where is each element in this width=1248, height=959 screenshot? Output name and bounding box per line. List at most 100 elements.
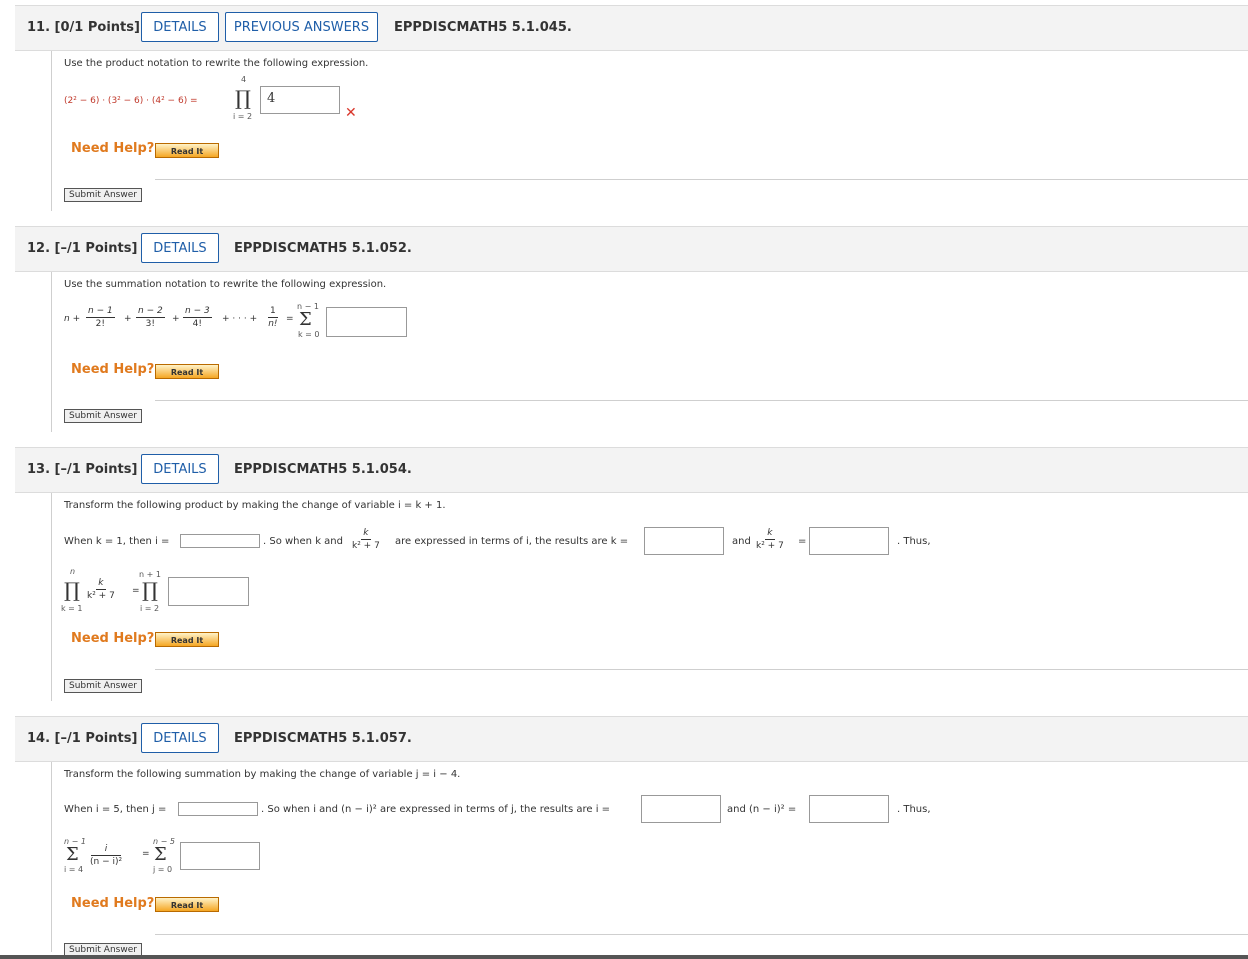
product2-lower-limit: i = 2: [140, 604, 160, 613]
read-it-button[interactable]: Read It: [155, 364, 219, 379]
when-text: When i = 5, then j =: [64, 804, 167, 815]
question-12-header: 12. [–/1 Points] DETAILS EPPDISCMATH5 5.…: [15, 226, 1248, 272]
sum-answer-input[interactable]: [180, 842, 260, 870]
equals-sign: =: [286, 314, 294, 324]
answer-input[interactable]: [326, 307, 407, 337]
ellipsis: + · · · +: [222, 314, 258, 324]
question-number: 13. [–/1 Points]: [27, 462, 138, 477]
fraction-4: 1 n!: [268, 306, 278, 330]
question-id: EPPDISCMATH5 5.1.054.: [234, 462, 412, 477]
question-12-body: Use the summation notation to rewrite th…: [51, 272, 1248, 432]
fraction-denominator: (n − i)²: [90, 857, 123, 867]
product-upper-limit: n: [70, 567, 76, 576]
product-lower-limit: k = 1: [61, 604, 83, 613]
fraction-denominator: 3!: [145, 319, 156, 329]
question-14-header: 14. [–/1 Points] DETAILS EPPDISCMATH5 5.…: [15, 716, 1248, 762]
need-help-label: Need Help?: [71, 631, 155, 646]
read-it-button[interactable]: Read It: [155, 897, 219, 912]
fraction-3: n − 3 4!: [183, 306, 212, 330]
need-help-label: Need Help?: [71, 362, 155, 377]
instruction-text: Use the product notation to rewrite the …: [64, 58, 369, 69]
equals-sign: =: [798, 536, 807, 547]
fraction-k-over-k2-plus-7: k k² + 7: [352, 528, 380, 552]
fraction-denominator: k² + 7: [87, 591, 115, 601]
details-button[interactable]: DETAILS: [141, 233, 219, 263]
when-text: When k = 1, then i =: [64, 536, 170, 547]
need-help-label: Need Help?: [71, 141, 155, 156]
fraction-denominator: n!: [268, 319, 278, 329]
divider: [155, 179, 1248, 180]
product-fraction: k k² + 7: [87, 578, 115, 602]
divider: [155, 934, 1248, 935]
details-button[interactable]: DETAILS: [141, 454, 219, 484]
need-help-label: Need Help?: [71, 896, 155, 911]
sum-symbol: Σ: [299, 309, 312, 330]
k-value-input[interactable]: [644, 527, 724, 555]
submit-answer-button[interactable]: Submit Answer: [64, 679, 142, 693]
and-text: and (n − i)² =: [727, 804, 797, 815]
thus-text: . Thus,: [897, 536, 931, 547]
question-id: EPPDISCMATH5 5.1.052.: [234, 241, 412, 256]
fraction-numerator: n − 2: [136, 306, 165, 318]
question-number: 12. [–/1 Points]: [27, 241, 138, 256]
sum2-lower-limit: j = 0: [153, 865, 173, 874]
details-button[interactable]: DETAILS: [141, 12, 219, 42]
and-text: and: [732, 536, 751, 547]
plus-sign: +: [172, 314, 180, 324]
question-id: EPPDISCMATH5 5.1.045.: [394, 20, 572, 35]
n-minus-i-squared-input[interactable]: [809, 795, 889, 823]
sum-fraction: i (n − i)²: [90, 844, 122, 868]
previous-answers-button[interactable]: PREVIOUS ANSWERS: [225, 12, 378, 42]
sum2-symbol: Σ: [154, 844, 167, 865]
question-11-header: 11. [0/1 Points] DETAILS PREVIOUS ANSWER…: [15, 5, 1248, 51]
product2-symbol: ∏: [142, 578, 158, 602]
instruction-text: Transform the following summation by mak…: [64, 769, 461, 780]
expression: (2² − 6) · (3² − 6) · (4² − 6) =: [64, 96, 198, 106]
fraction-2: n − 2 3!: [136, 306, 165, 330]
i-value-input[interactable]: [180, 534, 260, 548]
question-11-body: Use the product notation to rewrite the …: [51, 51, 1248, 211]
fraction-numerator: k: [96, 578, 106, 590]
divider: [155, 669, 1248, 670]
so-when-text: . So when i and (n − i)² are expressed i…: [261, 804, 611, 815]
read-it-button[interactable]: Read It: [155, 632, 219, 647]
fraction-numerator: n − 3: [183, 306, 212, 318]
question-13-header: 13. [–/1 Points] DETAILS EPPDISCMATH5 5.…: [15, 447, 1248, 493]
j-value-input[interactable]: [178, 802, 258, 816]
product-answer-input[interactable]: [168, 577, 249, 606]
fraction-value-input[interactable]: [809, 527, 889, 555]
expr-lead: n +: [64, 314, 81, 324]
fraction-numerator: k: [765, 528, 775, 540]
fraction-k-over-k2-plus-7-2: k k² + 7: [756, 528, 784, 552]
product-symbol: ∏: [64, 578, 80, 602]
question-id: EPPDISCMATH5 5.1.057.: [234, 731, 412, 746]
thus-text: . Thus,: [897, 804, 931, 815]
sum-lower-limit: i = 4: [64, 865, 84, 874]
fraction-denominator: k² + 7: [352, 541, 380, 551]
submit-answer-button[interactable]: Submit Answer: [64, 188, 142, 202]
equals-sign: =: [132, 586, 140, 596]
bottom-border: [0, 955, 1248, 959]
fraction-numerator: k: [361, 528, 371, 540]
question-number: 14. [–/1 Points]: [27, 731, 138, 746]
instruction-text: Transform the following product by makin…: [64, 500, 446, 511]
expressed-text: are expressed in terms of i, the results…: [395, 536, 629, 547]
fraction-numerator: 1: [268, 306, 278, 318]
fraction-1: n − 1 2!: [86, 306, 115, 330]
plus-sign: +: [124, 314, 132, 324]
answer-input[interactable]: 4: [260, 86, 340, 114]
submit-answer-button[interactable]: Submit Answer: [64, 409, 142, 423]
incorrect-x-icon: ✕: [345, 105, 357, 121]
so-when-text: . So when k and: [263, 536, 343, 547]
product-symbol: ∏: [235, 86, 251, 110]
sum-symbol: Σ: [66, 844, 79, 865]
divider: [155, 400, 1248, 401]
read-it-button[interactable]: Read It: [155, 143, 219, 158]
question-14-body: Transform the following summation by mak…: [51, 762, 1248, 957]
question-13-body: Transform the following product by makin…: [51, 493, 1248, 701]
fraction-numerator: n − 1: [86, 306, 115, 318]
product-lower-limit: i = 2: [233, 112, 253, 121]
instruction-text: Use the summation notation to rewrite th…: [64, 279, 387, 290]
i-value-input[interactable]: [641, 795, 721, 823]
details-button[interactable]: DETAILS: [141, 723, 219, 753]
